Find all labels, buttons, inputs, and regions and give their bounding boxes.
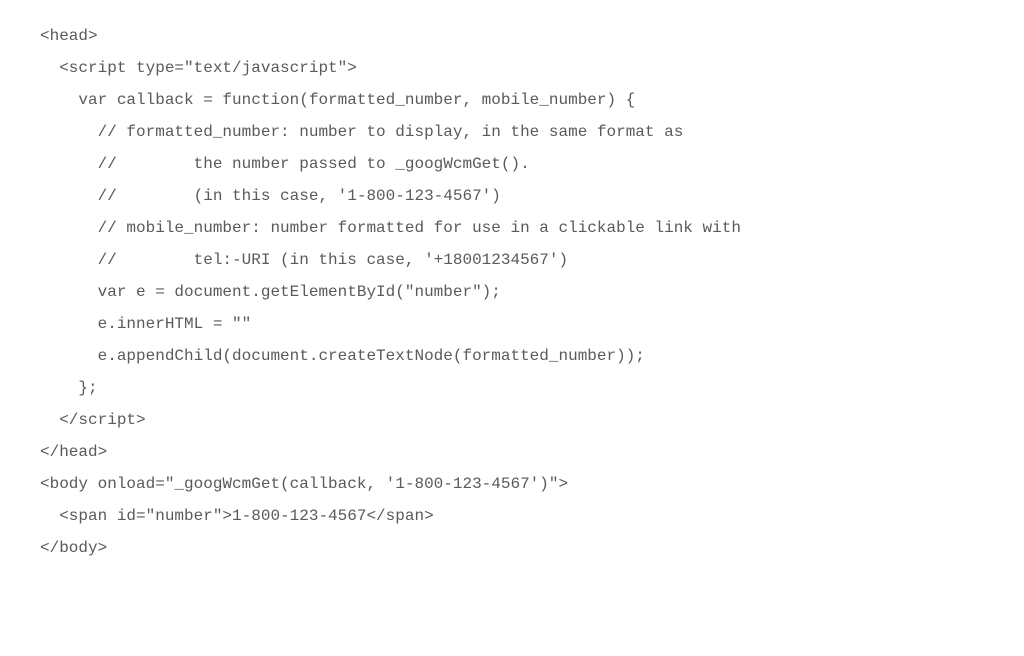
code-line: // formatted_number: number to display, … [40,116,984,148]
code-line: </script> [40,404,984,436]
code-line: // mobile_number: number formatted for u… [40,212,984,244]
code-line: </head> [40,436,984,468]
code-line: <body onload="_googWcmGet(callback, '1-8… [40,468,984,500]
code-line: <head> [40,20,984,52]
code-line: <script type="text/javascript"> [40,52,984,84]
code-line: // (in this case, '1-800-123-4567') [40,180,984,212]
code-line: // the number passed to _googWcmGet(). [40,148,984,180]
code-line: var e = document.getElementById("number"… [40,276,984,308]
code-block: <head> <script type="text/javascript"> v… [40,20,984,564]
code-line: <span id="number">1-800-123-4567</span> [40,500,984,532]
code-line: e.innerHTML = "" [40,308,984,340]
code-line: </body> [40,532,984,564]
code-line: }; [40,372,984,404]
code-line: // tel:-URI (in this case, '+18001234567… [40,244,984,276]
code-line: e.appendChild(document.createTextNode(fo… [40,340,984,372]
code-line: var callback = function(formatted_number… [40,84,984,116]
